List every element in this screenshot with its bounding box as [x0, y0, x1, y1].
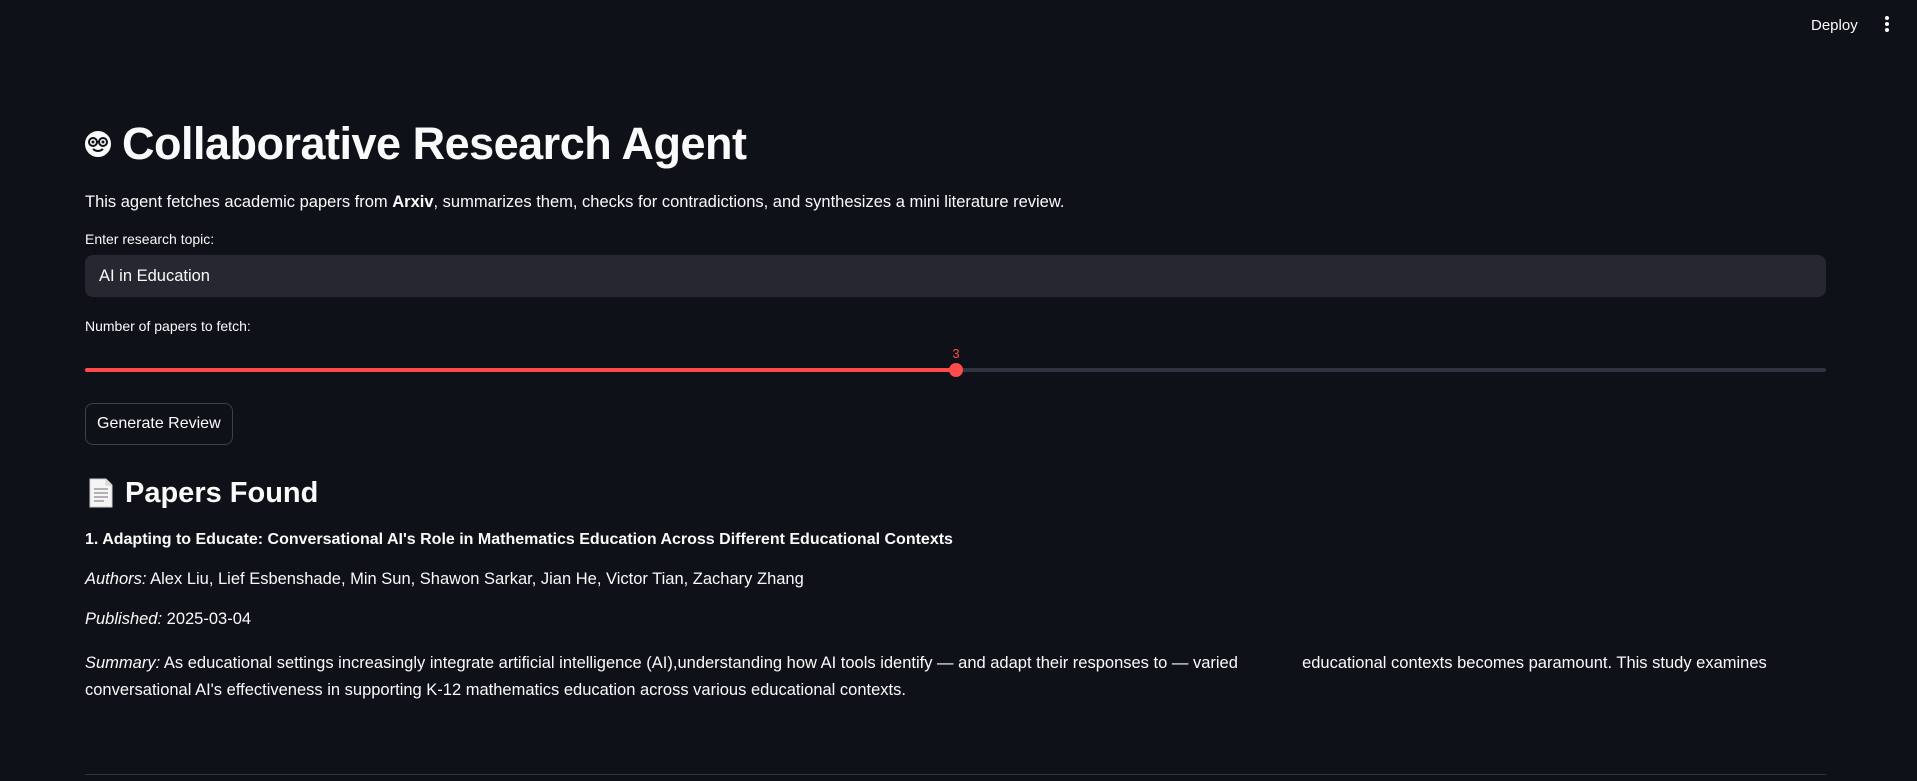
- nerd-face-icon: [83, 129, 113, 159]
- slider-fill: [85, 368, 956, 372]
- top-bar: Deploy: [0, 0, 1917, 50]
- published-value: 2025-03-04: [166, 610, 252, 628]
- slider-value: 3: [952, 346, 960, 361]
- papers-count-slider[interactable]: 3: [85, 342, 1826, 378]
- authors-label: Authors:: [85, 570, 147, 588]
- research-topic-input[interactable]: [85, 255, 1826, 297]
- description-text: This agent fetches academic papers from: [85, 193, 393, 211]
- paper-title: 1. Adapting to Educate: Conversational A…: [85, 531, 953, 548]
- topic-input-label: Enter research topic:: [85, 231, 215, 247]
- paper-published: Published: 2025-03-04: [85, 610, 1826, 629]
- document-icon: [89, 478, 113, 508]
- paper-summary: Summary: As educational settings increas…: [85, 650, 1826, 704]
- description-text-end: , summarizes them, checks for contradict…: [433, 193, 1065, 211]
- page-description: This agent fetches academic papers from …: [85, 191, 1826, 213]
- page-title: Collaborative Research Agent: [122, 118, 747, 169]
- slider-thumb[interactable]: [949, 363, 963, 377]
- paper-item: 1. Adapting to Educate: Conversational A…: [85, 531, 1826, 704]
- page-title-row: Collaborative Research Agent: [83, 112, 1826, 176]
- paper-authors: Authors: Alex Liu, Lief Esbenshade, Min …: [85, 570, 1826, 589]
- summary-label: Summary:: [85, 654, 161, 672]
- divider: [85, 774, 1826, 775]
- summary-value: As educational settings increasingly int…: [85, 654, 1772, 699]
- papers-section-heading: Papers Found: [85, 473, 1826, 513]
- authors-value: Alex Liu, Lief Esbenshade, Min Sun, Shaw…: [150, 570, 804, 588]
- generate-review-button[interactable]: Generate Review: [85, 403, 233, 445]
- papers-slider-label: Number of papers to fetch:: [85, 318, 251, 334]
- more-options-icon[interactable]: [1880, 14, 1894, 36]
- papers-section-title: Papers Found: [125, 476, 319, 509]
- main-content: Collaborative Research Agent This agent …: [83, 112, 1826, 704]
- deploy-button[interactable]: Deploy: [1805, 15, 1864, 36]
- published-label: Published:: [85, 610, 163, 628]
- description-bold: Arxiv: [392, 193, 434, 211]
